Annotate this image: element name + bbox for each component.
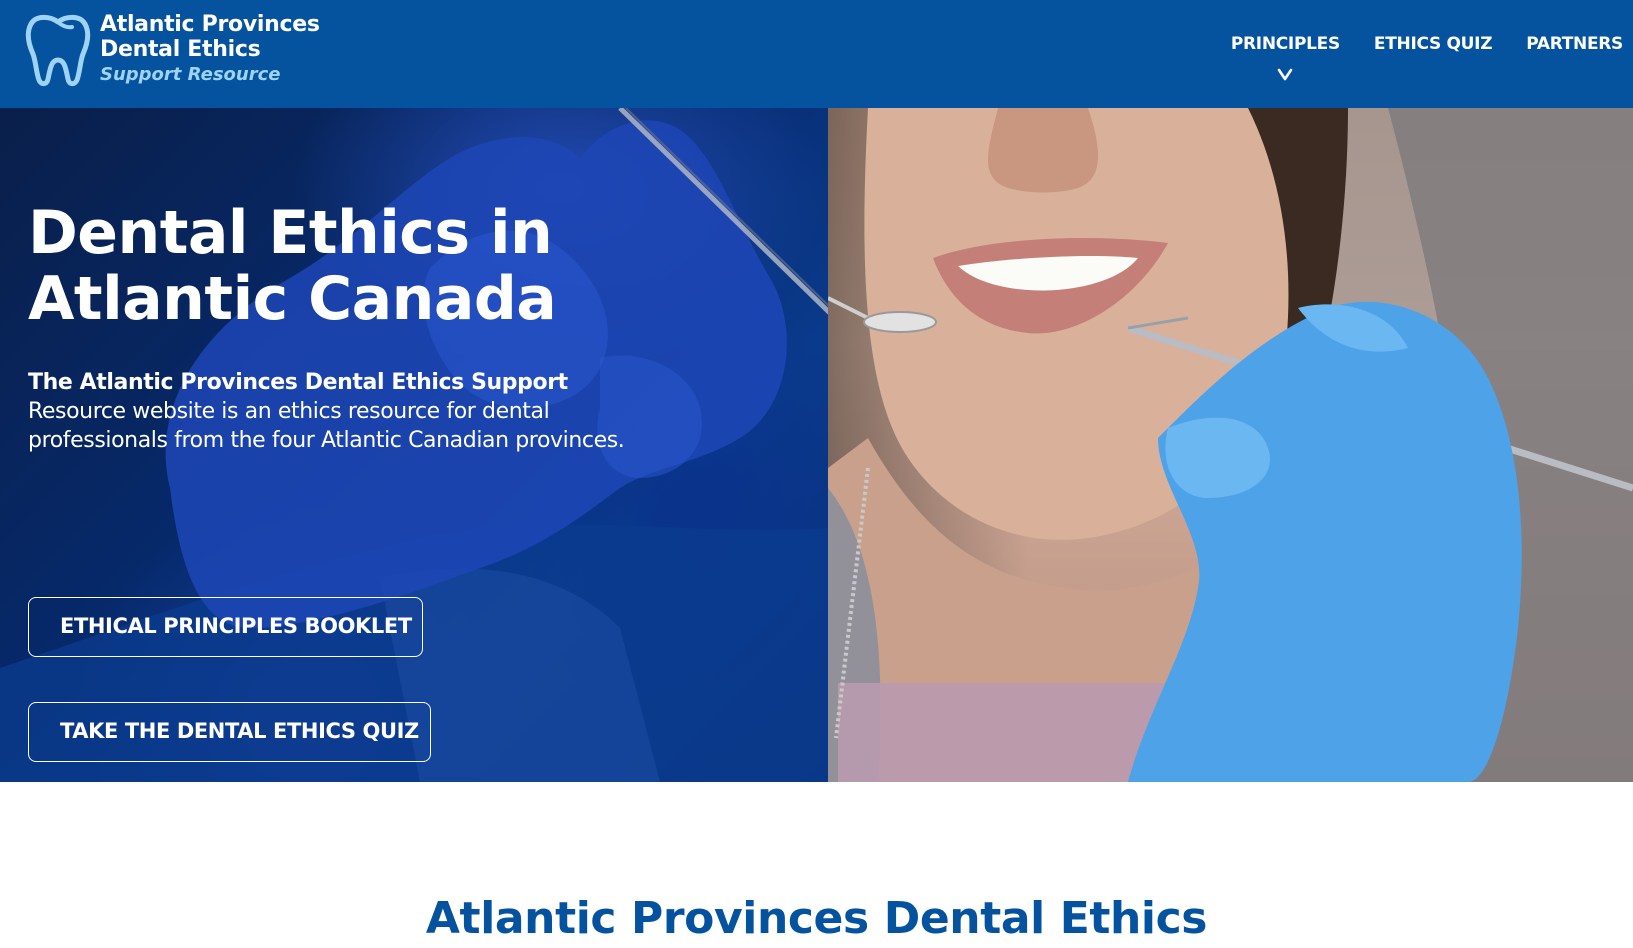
hero-description-bold: The Atlantic Provinces Dental Ethics Sup… [28, 370, 568, 395]
chevron-down-icon[interactable] [1277, 68, 1293, 82]
nav-item-label: PARTNERS [1526, 34, 1623, 54]
hero-title-line2: Atlantic Canada [28, 264, 557, 334]
hero-banner: Dental Ethics in Atlantic Canada The Atl… [0, 108, 1633, 782]
nav-item-partners[interactable]: PARTNERS [1509, 0, 1633, 108]
site-header: Atlantic Provinces Dental Ethics Support… [0, 0, 1633, 108]
hero-photo-patient-smile [828, 108, 1633, 782]
tooth-icon [25, 14, 91, 87]
nav-item-label: PRINCIPLES [1230, 34, 1340, 54]
nav-item-principles[interactable]: PRINCIPLES [1214, 0, 1357, 108]
hero-content: Dental Ethics in Atlantic Canada The Atl… [28, 200, 668, 762]
patient-smile-illustration [828, 108, 1633, 782]
hero-title-line1: Dental Ethics in [28, 198, 553, 268]
site-logo-link[interactable]: Atlantic Provinces Dental Ethics Support… [24, 12, 320, 88]
nav-item-label: ETHICS QUIZ [1373, 34, 1493, 54]
ethical-principles-booklet-button[interactable]: ETHICAL PRINCIPLES BOOKLET [28, 597, 423, 657]
hero-description-rest: Resource website is an ethics resource f… [28, 399, 625, 453]
take-ethics-quiz-button[interactable]: TAKE THE DENTAL ETHICS QUIZ [28, 702, 431, 762]
main-nav: PRINCIPLES ETHICS QUIZ PARTNERS [1214, 0, 1633, 108]
logo-title-line2: Dental Ethics [100, 37, 261, 62]
section-title: Atlantic Provinces Dental Ethics [425, 893, 1208, 944]
logo-title-line1: Atlantic Provinces [100, 12, 320, 37]
nav-item-ethics-quiz[interactable]: ETHICS QUIZ [1357, 0, 1509, 108]
hero-title: Dental Ethics in Atlantic Canada [28, 200, 668, 332]
hero-description: The Atlantic Provinces Dental Ethics Sup… [28, 368, 648, 455]
logo-text: Atlantic Provinces Dental Ethics Support… [100, 12, 320, 88]
logo-subtitle: Support Resource [100, 64, 281, 85]
